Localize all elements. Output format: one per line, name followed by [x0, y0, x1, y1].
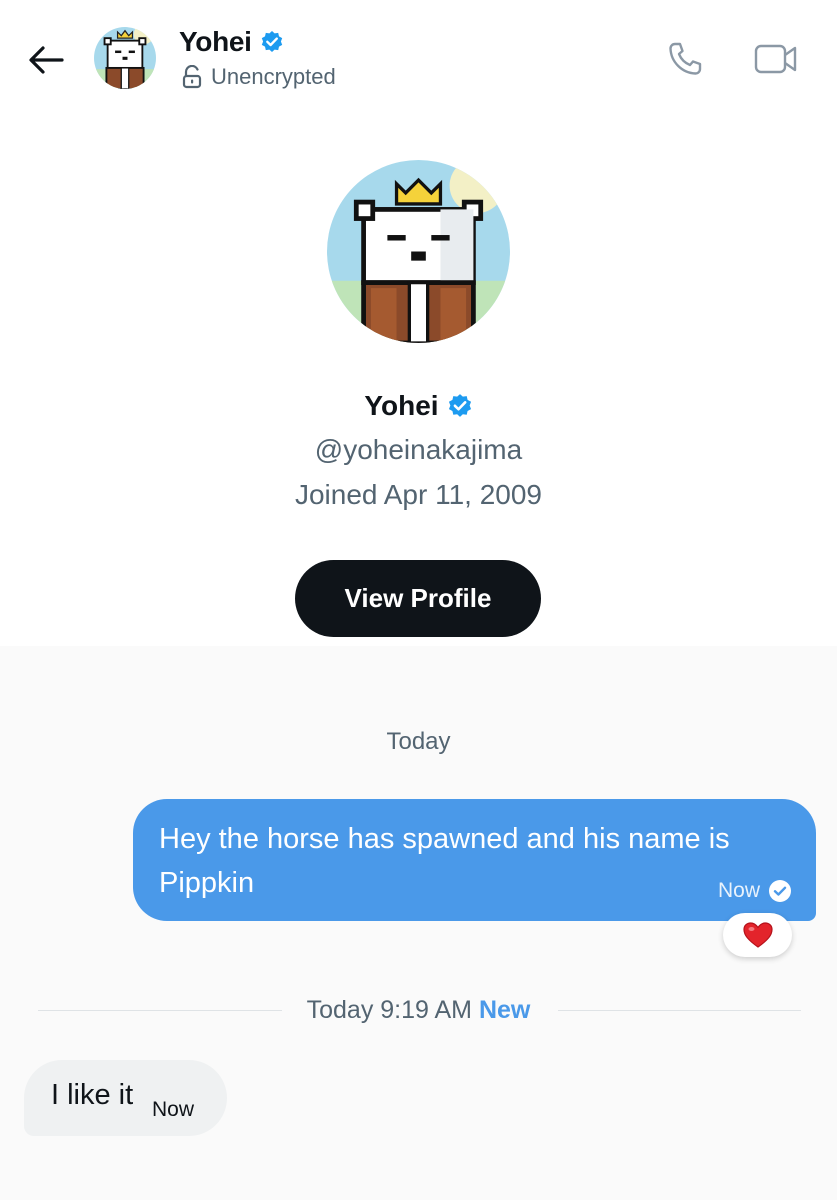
- header-name: Yohei: [179, 26, 252, 57]
- message-text: Hey the horse has spawned and his name i…: [159, 823, 730, 899]
- profile-card: Yohei @yoheinakajima Joined Apr 11, 2009…: [0, 112, 837, 646]
- video-call-button[interactable]: [750, 36, 802, 82]
- avatar[interactable]: [94, 27, 156, 89]
- phone-icon: [669, 42, 702, 75]
- back-button[interactable]: [24, 38, 68, 82]
- profile-name-row: Yohei: [0, 390, 837, 422]
- profile-joined-date: Joined Apr 11, 2009: [294, 479, 542, 510]
- heart-icon: [742, 922, 773, 948]
- call-button[interactable]: [662, 36, 708, 82]
- arrow-left-icon: [29, 46, 64, 74]
- view-profile-button[interactable]: View Profile: [295, 560, 541, 637]
- read-receipt-icon: [769, 880, 791, 902]
- profile-name: Yohei: [364, 390, 439, 421]
- verified-badge-icon: [261, 31, 282, 52]
- verified-badge-icon: [448, 394, 471, 417]
- encryption-status: Unencrypted: [181, 64, 336, 90]
- message-text: I like it: [51, 1079, 134, 1111]
- video-camera-icon: [754, 44, 797, 74]
- message-meta: Now: [718, 879, 792, 903]
- message-time: Now: [717, 879, 760, 902]
- lock-open-icon: [182, 65, 202, 89]
- message-thread[interactable]: Today Hey the horse has spawned and his …: [0, 646, 837, 1200]
- profile-handle: @yoheinakajima: [314, 434, 523, 465]
- divider-timestamp: Today 9:19 AM: [306, 996, 473, 1024]
- pixel-bear-avatar: [94, 27, 156, 89]
- pixel-bear-avatar: [327, 160, 510, 343]
- message-reaction[interactable]: [723, 913, 792, 957]
- header-title[interactable]: Yohei: [179, 26, 284, 58]
- message-time: Now: [152, 1098, 195, 1121]
- encryption-status-label: Unencrypted: [211, 64, 336, 89]
- day-separator: Today: [386, 728, 451, 755]
- outgoing-message[interactable]: Hey the horse has spawned and his name i…: [133, 799, 816, 921]
- new-messages-divider: Today 9:19 AM New: [0, 996, 837, 1025]
- profile-avatar[interactable]: [327, 160, 510, 343]
- new-badge: New: [478, 996, 531, 1024]
- conversation-header: Yohei Unencrypted: [0, 0, 837, 112]
- incoming-message[interactable]: I like it Now: [24, 1060, 227, 1136]
